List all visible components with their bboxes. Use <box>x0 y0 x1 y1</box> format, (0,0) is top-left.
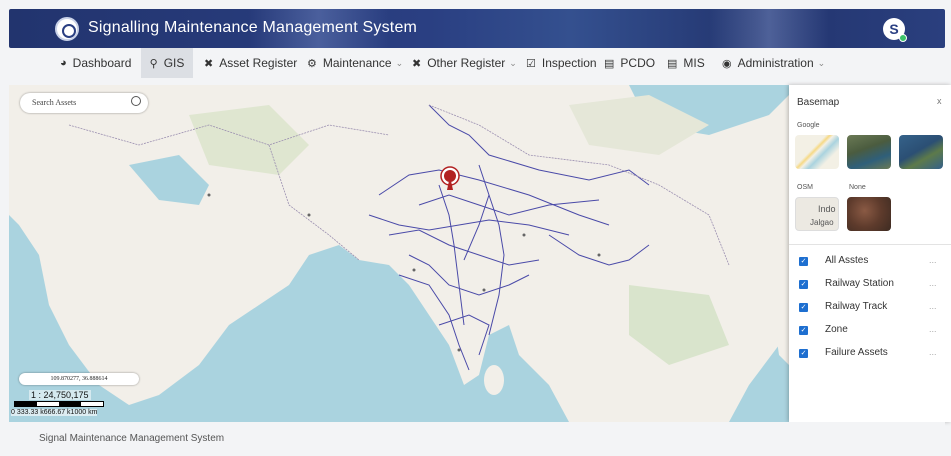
search-input[interactable]: Search Assets <box>32 98 76 107</box>
layer-label: All Asstes <box>825 255 869 266</box>
nav-gis[interactable]: ⚲ GIS <box>141 48 193 78</box>
nav-label: Inspection <box>541 56 597 70</box>
basemap-panel: Basemap x Google OSM None Indo Jalgao ✓ … <box>789 85 951 422</box>
search-icon[interactable] <box>131 96 141 106</box>
chevron-down-icon: ⌄ <box>509 57 517 68</box>
none-label: None <box>849 184 866 191</box>
none-basemap-thumb[interactable] <box>847 197 891 231</box>
scale-ratio: 1 : 24,750,175 <box>29 390 91 400</box>
clipboard-check-icon: ☑ <box>526 57 536 70</box>
nav-dashboard[interactable]: ◕ Dashboard <box>60 48 131 78</box>
nav-inspection[interactable]: ☑ Inspection <box>526 48 597 78</box>
railway-emblem-icon <box>55 17 79 41</box>
sri-lanka-land <box>484 365 504 395</box>
scale-labels: 0 333.33 k666.67 k1000 km <box>11 409 98 416</box>
coordinate-readout: 109.870277, 36.888614 <box>19 373 139 385</box>
search-assets-box[interactable]: Search Assets <box>20 93 148 113</box>
more-options-icon[interactable]: ... <box>929 301 937 311</box>
nav-maintenance[interactable]: ⚙ Maintenance ⌄ <box>307 48 403 78</box>
layer-railway-station[interactable]: ✓ Railway Station ... <box>789 275 951 297</box>
nav-label: Maintenance <box>322 56 392 70</box>
layer-all-assets[interactable]: ✓ All Asstes ... <box>789 252 951 274</box>
more-options-icon[interactable]: ... <box>929 347 937 357</box>
nav-label: MIS <box>683 56 705 70</box>
report-icon: ▤ <box>667 57 678 70</box>
app-footer: Signal Maintenance Management System <box>9 422 945 456</box>
checkbox-checked-icon[interactable]: ✓ <box>799 303 808 312</box>
google-label: Google <box>797 122 820 129</box>
nav-label: PCDO <box>620 56 656 70</box>
nav-label: Asset Register <box>219 56 298 70</box>
google-roadmap-thumb[interactable] <box>795 135 839 169</box>
chevron-down-icon: ⌄ <box>395 57 404 68</box>
nav-label: Administration <box>737 56 814 70</box>
google-satellite-thumb[interactable] <box>847 135 891 169</box>
google-hybrid-thumb[interactable] <box>899 135 943 169</box>
more-options-icon[interactable]: ... <box>929 278 937 288</box>
divider <box>789 244 951 245</box>
layer-label: Railway Track <box>825 301 888 312</box>
nav-label: Dashboard <box>72 56 132 70</box>
online-status-icon <box>899 34 907 42</box>
nav-administration[interactable]: ◉ Administration ⌄ <box>722 48 825 78</box>
nav-pcdo[interactable]: ▤ PCDO <box>604 48 655 78</box>
tools-icon: ✖ <box>412 57 422 70</box>
layer-failure-assets[interactable]: ✓ Failure Assets ... <box>789 344 951 366</box>
document-icon: ▤ <box>604 57 615 70</box>
nav-other-register[interactable]: ✖ Other Register ⌄ <box>412 48 517 78</box>
layer-label: Zone <box>825 324 848 335</box>
checkbox-checked-icon[interactable]: ✓ <box>799 349 808 358</box>
osm-thumb-text: Indo <box>818 204 836 214</box>
user-circle-icon: ◉ <box>722 57 732 70</box>
app-page: Signalling Maintenance Management System… <box>0 0 951 456</box>
layer-railway-track[interactable]: ✓ Railway Track ... <box>789 298 951 320</box>
app-header: Signalling Maintenance Management System… <box>9 9 945 48</box>
layer-label: Failure Assets <box>825 347 888 358</box>
osm-label: OSM <box>797 184 813 191</box>
app-title: Signalling Maintenance Management System <box>88 19 418 36</box>
map-pin-icon: ⚲ <box>149 57 158 70</box>
more-options-icon[interactable]: ... <box>929 324 937 334</box>
gear-icon: ⚙ <box>307 57 317 70</box>
layer-zone[interactable]: ✓ Zone ... <box>789 321 951 343</box>
osm-thumb[interactable]: Indo Jalgao <box>795 197 839 231</box>
more-options-icon[interactable]: ... <box>929 255 937 265</box>
nav-mis[interactable]: ▤ MIS <box>667 48 705 78</box>
osm-thumb-text: Jalgao <box>810 218 834 227</box>
close-icon[interactable]: x <box>937 96 942 106</box>
chevron-down-icon: ⌄ <box>817 57 826 68</box>
nav-asset-register[interactable]: ✖ Asset Register <box>204 48 297 78</box>
checkbox-checked-icon[interactable]: ✓ <box>799 326 808 335</box>
nav-label: Other Register <box>427 56 506 70</box>
checkbox-checked-icon[interactable]: ✓ <box>799 280 808 289</box>
tools-icon: ✖ <box>204 57 214 70</box>
nav-label: GIS <box>163 56 185 70</box>
layer-label: Railway Station <box>825 278 894 289</box>
dashboard-icon: ◕ <box>60 57 67 69</box>
panel-title: Basemap <box>797 97 840 108</box>
main-nav: ◕ Dashboard ⚲ GIS ✖ Asset Register ⚙ Mai… <box>0 48 951 78</box>
scale-bar <box>14 401 104 407</box>
checkbox-checked-icon[interactable]: ✓ <box>799 257 808 266</box>
footer-text: Signal Maintenance Management System <box>39 433 225 444</box>
